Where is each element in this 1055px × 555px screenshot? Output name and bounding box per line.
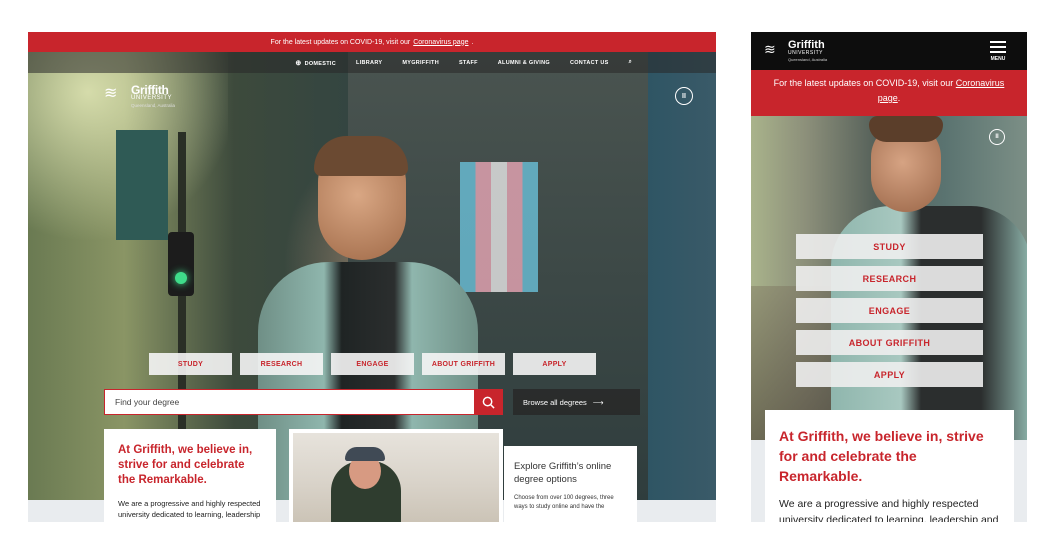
online-degrees-card[interactable]: Explore Griffith’s online degree options… (504, 446, 637, 522)
pause-video-button[interactable]: II (675, 87, 693, 105)
featured-photo-card[interactable] (289, 429, 503, 522)
mobile-logo-sub: UNIVERSITY (788, 50, 824, 56)
logo-tagline: Queensland, Australia (131, 103, 176, 108)
magnifier-icon (482, 396, 495, 409)
nav-item-contact-us[interactable]: CONTACT US (570, 60, 609, 66)
arrow-right-icon: ⟶ (592, 397, 604, 407)
man-in-cap-photo (293, 433, 499, 522)
logo-sub: UNIVERSITY (131, 95, 173, 101)
nav-item-alumni-giving[interactable]: ALUMNI & GIVING (498, 60, 550, 66)
hamburger-menu-button[interactable]: MENU (989, 41, 1007, 62)
hamburger-icon (990, 41, 1006, 43)
apply-button[interactable]: APPLY (513, 353, 596, 375)
about-griffith-button[interactable]: ABOUT GRIFFITH (422, 353, 505, 375)
remarkable-heading: At Griffith, we believe in, strive for a… (118, 444, 253, 486)
griffith-logo-mark-icon: ≋ (104, 85, 118, 102)
mobile-covid-text: For the latest updates on COVID-19, visi… (773, 78, 954, 88)
desktop-view: For the latest updates on COVID-19, visi… (28, 32, 716, 522)
mobile-research-button[interactable]: RESEARCH (796, 266, 983, 291)
degree-search-input[interactable]: Find your degree (104, 389, 476, 415)
nav-item-staff[interactable]: STAFF (459, 60, 478, 66)
mobile-apply-button[interactable]: APPLY (796, 362, 983, 387)
traffic-light (168, 232, 194, 296)
mobile-engage-button[interactable]: ENGAGE (796, 298, 983, 323)
mobile-remarkable-card: At Griffith, we believe in, strive for a… (765, 410, 1014, 522)
hero-button-row: STUDY RESEARCH ENGAGE ABOUT GRIFFITH APP… (149, 353, 596, 375)
study-button[interactable]: STUDY (149, 353, 232, 375)
screenshot-canvas: For the latest updates on COVID-19, visi… (0, 0, 1055, 555)
globe-icon: ⊕ (295, 59, 302, 67)
remarkable-body: We are a progressive and highly respecte… (118, 499, 261, 519)
covid-text: For the latest updates on COVID-19, visi… (270, 38, 411, 46)
mobile-header: ≋ Griffith UNIVERSITY Queensland, Austra… (751, 32, 1027, 70)
menu-label: MENU (990, 56, 1006, 62)
mobile-remarkable-body: We are a progressive and highly respecte… (779, 498, 999, 522)
mobile-remarkable-heading: At Griffith, we believe in, strive for a… (779, 428, 984, 484)
engage-button[interactable]: ENGAGE (331, 353, 414, 375)
covid-banner: For the latest updates on COVID-19, visi… (28, 32, 716, 52)
degree-search-button[interactable] (474, 389, 503, 415)
online-degrees-heading: Explore Griffith’s online degree options (514, 461, 612, 485)
griffith-logo[interactable]: ≋ Griffith UNIVERSITY Queensland, Austra… (104, 82, 204, 114)
pause-icon: II (682, 92, 686, 100)
nav-item-domestic[interactable]: ⊕ DOMESTIC (295, 59, 336, 67)
top-nav: ⊕ DOMESTIC LIBRARY MYGRIFFITH STAFF ALUMN… (28, 52, 716, 73)
browse-all-degrees-button[interactable]: Browse all degrees ⟶ (513, 389, 640, 415)
covid-period: . (471, 38, 474, 46)
online-degrees-body: Choose from over 100 degrees, three ways… (514, 495, 614, 510)
mobile-pause-video-button[interactable]: II (989, 129, 1005, 145)
mobile-about-griffith-button[interactable]: ABOUT GRIFFITH (796, 330, 983, 355)
mobile-logo-tagline: Queensland, Australia (788, 57, 828, 62)
nav-item-mygriffith[interactable]: MYGRIFFITH (402, 60, 439, 66)
browse-label: Browse all degrees (523, 397, 587, 407)
mobile-hero-person-hair (869, 116, 943, 142)
search-icon[interactable]: ⌕ (629, 59, 632, 66)
research-button[interactable]: RESEARCH (240, 353, 323, 375)
mobile-view: ≋ Griffith UNIVERSITY Queensland, Austra… (751, 32, 1027, 522)
hero-street-banner (116, 130, 168, 240)
mobile-pause-icon: II (995, 134, 999, 140)
mobile-hero-buttons: STUDY RESEARCH ENGAGE ABOUT GRIFFITH APP… (796, 234, 983, 394)
mobile-study-button[interactable]: STUDY (796, 234, 983, 259)
mobile-logo-mark-icon: ≋ (764, 41, 776, 57)
mobile-covid-period: . (897, 93, 901, 103)
search-placeholder: Find your degree (115, 397, 180, 407)
coronavirus-link[interactable]: Coronavirus page (413, 39, 468, 46)
remarkable-card: At Griffith, we believe in, strive for a… (104, 429, 276, 522)
nav-item-library[interactable]: LIBRARY (356, 60, 382, 66)
mobile-covid-banner: For the latest updates on COVID-19, visi… (751, 70, 1027, 116)
